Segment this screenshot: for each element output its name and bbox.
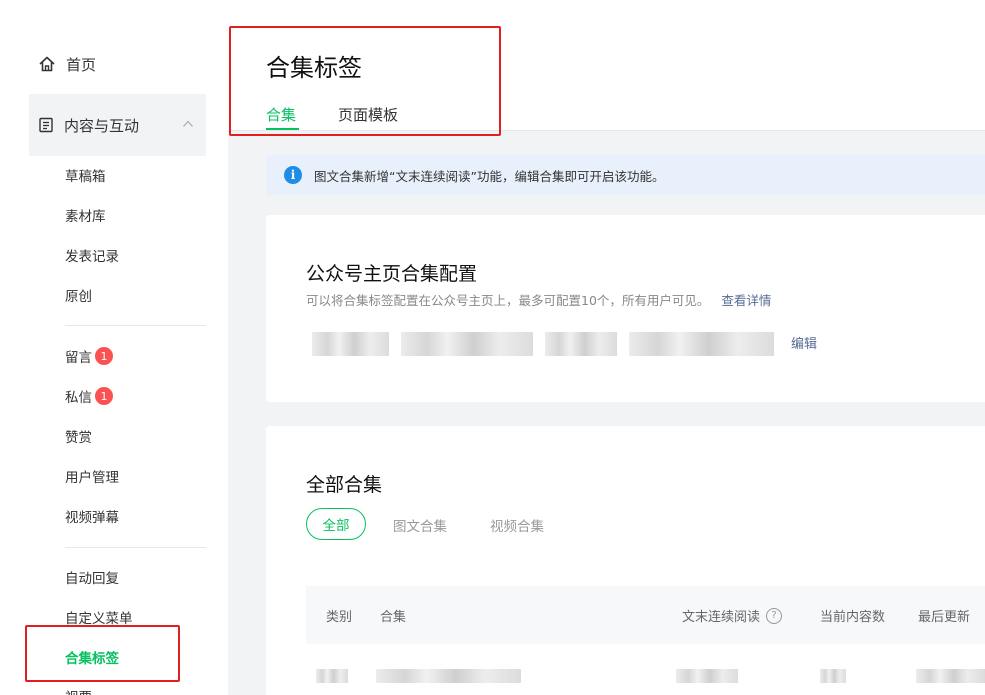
- homepage-config-description: 可以将合集标签配置在公众号主页上，最多可配置10个，所有用户可见。 查看详情: [306, 290, 771, 309]
- column-label: 文末连续阅读: [682, 610, 761, 625]
- main-content: 合集标签 合集 页面模板 i 图文合集新增“文末连续阅读”功能，编辑合集即可开启…: [228, 18, 985, 695]
- sidebar: 首页 内容与互动 草稿箱 素材库 发表记录 原创 留言 1 私信 1 赞赏 用户…: [0, 18, 228, 695]
- sidebar-divider: [65, 325, 206, 326]
- home-icon: [39, 56, 55, 72]
- configured-collection-tag: [312, 332, 389, 356]
- sidebar-group-label: 内容与互动: [64, 116, 140, 135]
- sidebar-item-label: 用户管理: [65, 470, 119, 486]
- tab-collections[interactable]: 合集: [266, 104, 296, 125]
- sidebar-item-rewards[interactable]: 赞赏: [65, 426, 92, 446]
- sidebar-item-label: 发表记录: [65, 249, 119, 265]
- tab-page-templates[interactable]: 页面模板: [338, 104, 398, 125]
- description-text: 可以将合集标签配置在公众号主页上，最多可配置10个，所有用户可见。: [306, 293, 710, 308]
- active-tab-indicator: [266, 128, 299, 130]
- info-icon: i: [284, 166, 302, 184]
- sidebar-item-messages[interactable]: 私信 1: [65, 386, 113, 406]
- sidebar-item-label: 素材库: [65, 209, 106, 225]
- sidebar-item-label: 草稿箱: [65, 169, 106, 185]
- sidebar-item-video[interactable]: 视要: [65, 686, 92, 695]
- sidebar-item-custom-menu[interactable]: 自定义菜单: [65, 607, 133, 627]
- sidebar-item-label: 视频弹幕: [65, 510, 119, 526]
- sidebar-item-user-management[interactable]: 用户管理: [65, 466, 119, 486]
- configured-collection-tag: [545, 332, 617, 356]
- column-content-count: 当前内容数: [820, 610, 886, 625]
- notice-text: 图文合集新增“文末连续阅读”功能，编辑合集即可开启该功能。: [314, 168, 665, 184]
- unread-badge: 1: [95, 387, 113, 405]
- sidebar-item-drafts[interactable]: 草稿箱: [65, 165, 106, 185]
- filter-article-collections[interactable]: 图文合集: [393, 515, 447, 535]
- column-end-continuous-reading: 文末连续阅读 ?: [682, 606, 783, 625]
- sidebar-item-comments[interactable]: 留言 1: [65, 346, 113, 366]
- table-row-content-count: [820, 669, 846, 683]
- sidebar-item-label: 留言: [65, 350, 92, 366]
- table-row-category: [316, 669, 348, 683]
- page-title: 合集标签: [266, 54, 362, 82]
- document-icon: [39, 117, 53, 133]
- top-strip: [0, 0, 985, 18]
- column-last-updated: 最后更新: [918, 610, 971, 625]
- sidebar-item-video-danmaku[interactable]: 视频弹幕: [65, 506, 119, 526]
- sidebar-item-label: 合集标签: [65, 651, 119, 667]
- sidebar-item-label: 私信: [65, 390, 92, 406]
- page-header: 合集标签 合集 页面模板: [228, 18, 985, 131]
- help-icon[interactable]: ?: [766, 607, 783, 624]
- feature-notice: i 图文合集新增“文末连续阅读”功能，编辑合集即可开启该功能。: [266, 155, 985, 195]
- sidebar-item-media-library[interactable]: 素材库: [65, 205, 106, 225]
- filter-all[interactable]: 全部: [306, 508, 366, 540]
- sidebar-item-label: 赞赏: [65, 430, 92, 446]
- column-collection: 合集: [380, 610, 407, 625]
- table-header: 类别 合集 文末连续阅读 ? 当前内容数 最后更新: [306, 586, 985, 644]
- homepage-config-title: 公众号主页合集配置: [306, 263, 478, 285]
- sidebar-group-content-interaction[interactable]: 内容与互动: [29, 94, 206, 156]
- sidebar-item-label: 原创: [65, 289, 92, 305]
- chevron-up-icon[interactable]: [182, 118, 194, 130]
- sidebar-home-label: 首页: [66, 55, 97, 74]
- configured-collection-tag: [401, 332, 533, 356]
- sidebar-item-publish-records[interactable]: 发表记录: [65, 245, 119, 265]
- table-row-last-updated: [916, 669, 985, 683]
- all-collections-title: 全部合集: [306, 474, 383, 496]
- view-details-link[interactable]: 查看详情: [721, 293, 771, 308]
- sidebar-item-label: 自定义菜单: [65, 611, 133, 627]
- all-collections-card: 全部合集 全部 图文合集 视频合集 类别 合集 文末连续阅读 ? 当前内容数 最…: [266, 426, 985, 695]
- sidebar-item-label: 自动回复: [65, 571, 119, 587]
- sidebar-item-auto-reply[interactable]: 自动回复: [65, 567, 119, 587]
- sidebar-item-collection-tags[interactable]: 合集标签: [65, 647, 119, 667]
- sidebar-divider: [65, 547, 206, 548]
- edit-link[interactable]: 编辑: [791, 333, 817, 352]
- configured-collection-tag: [629, 332, 774, 356]
- unread-badge: 1: [95, 347, 113, 365]
- sidebar-item-home[interactable]: 首页: [38, 52, 96, 76]
- table-row-collection-name: [376, 669, 521, 683]
- homepage-config-card: 公众号主页合集配置 可以将合集标签配置在公众号主页上，最多可配置10个，所有用户…: [266, 215, 985, 402]
- column-category: 类别: [326, 610, 353, 625]
- sidebar-item-label: 视要: [65, 686, 92, 695]
- sidebar-item-original[interactable]: 原创: [65, 285, 92, 305]
- filter-video-collections[interactable]: 视频合集: [490, 515, 544, 535]
- table-row-reading-status: [676, 669, 738, 683]
